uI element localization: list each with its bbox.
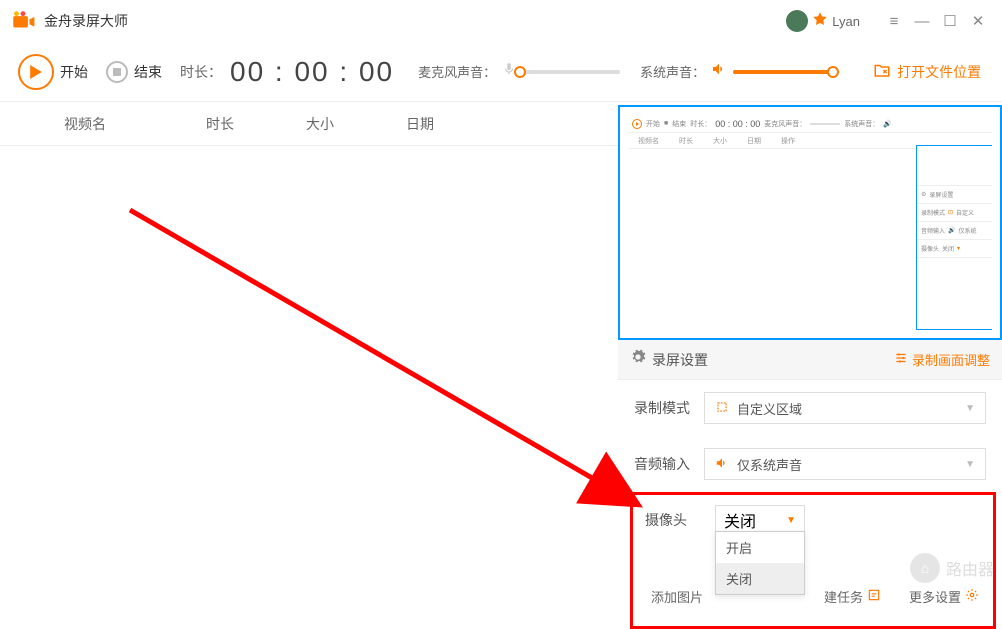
camera-option-on[interactable]: 开启 [716,532,804,563]
maximize-button[interactable]: ☐ [936,7,964,35]
speaker-icon [715,456,729,473]
add-image-label: 添加图片 [651,587,703,606]
sliders-icon [894,351,908,368]
app-logo [10,8,36,34]
th-size: 大小 [270,114,370,134]
duration-label: 时长： [180,62,222,82]
timer-display: 00 : 00 : 00 [230,56,394,88]
settings-title: 录屏设置 [652,350,894,370]
adjust-area-button[interactable]: 录制画面调整 [894,350,990,369]
th-duration: 时长 [170,114,270,134]
chevron-down-icon: ▼ [786,515,796,526]
mode-select[interactable]: 自定义区域 ▼ [704,392,986,424]
avatar[interactable] [786,10,808,32]
system-volume-slider[interactable] [733,70,833,74]
open-folder-label: 打开文件位置 [897,62,981,82]
mode-label: 录制模式 [634,398,704,418]
username[interactable]: Lyan [832,14,860,29]
th-date: 日期 [370,114,470,134]
camera-label: 摄像头 [645,510,715,530]
app-title: 金舟录屏大师 [44,11,128,31]
open-folder-button[interactable]: 打开文件位置 [873,61,981,82]
router-icon: ⌂ [910,553,940,583]
annotation-arrow [120,200,680,520]
mode-row: 录制模式 自定义区域 ▼ [618,380,1002,436]
audio-value: 仅系统声音 [737,455,965,474]
camera-option-off[interactable]: 关闭 [716,563,804,594]
speaker-icon [711,61,727,82]
audio-label: 音频输入 [634,454,704,474]
chevron-down-icon: ▼ [965,403,975,414]
preview-thumbnail: 开始 ■结束 时长：00 : 00 : 00 麦克风声音： 系统声音：🔊 视频名… [618,105,1002,340]
stop-label: 结束 [134,62,162,82]
right-panel: 开始 ■结束 时长：00 : 00 : 00 麦克风声音： 系统声音：🔊 视频名… [618,105,1002,629]
gear-icon [630,349,646,370]
watermark: ⌂ 路由器 [910,553,994,583]
chevron-down-icon: ▼ [965,459,975,470]
mic-label: 麦克风声音： [418,62,496,81]
camera-value: 关闭 [724,508,756,532]
th-name: 视频名 [0,114,170,134]
control-bar: 开始 结束 时长： 00 : 00 : 00 麦克风声音： 系统声音： 打开文件… [0,42,1002,102]
start-record-button[interactable] [18,54,54,90]
mode-value: 自定义区域 [737,399,965,418]
task-icon [867,588,881,605]
minimize-button[interactable]: — [908,7,936,35]
start-label: 开始 [60,62,88,82]
titlebar: 金舟录屏大师 Lyan ≡ — ☐ ✕ [0,0,1002,42]
settings-header: 录屏设置 录制画面调整 [618,340,1002,380]
crop-icon [715,400,729,417]
audio-select[interactable]: 仅系统声音 ▼ [704,448,986,480]
create-task-button[interactable]: 建任务 [824,587,885,606]
sys-label: 系统声音： [640,62,705,81]
close-button[interactable]: ✕ [964,7,992,35]
more-settings-button[interactable]: 更多设置 [909,587,979,606]
mic-volume-slider[interactable] [520,70,620,74]
folder-icon [873,61,891,82]
audio-row: 音频输入 仅系统声音 ▼ [618,436,1002,492]
camera-dropdown: 开启 关闭 [715,531,805,595]
gear-icon [965,588,979,605]
stop-record-button[interactable] [106,61,128,83]
vip-badge-icon [812,11,828,32]
menu-button[interactable]: ≡ [880,7,908,35]
